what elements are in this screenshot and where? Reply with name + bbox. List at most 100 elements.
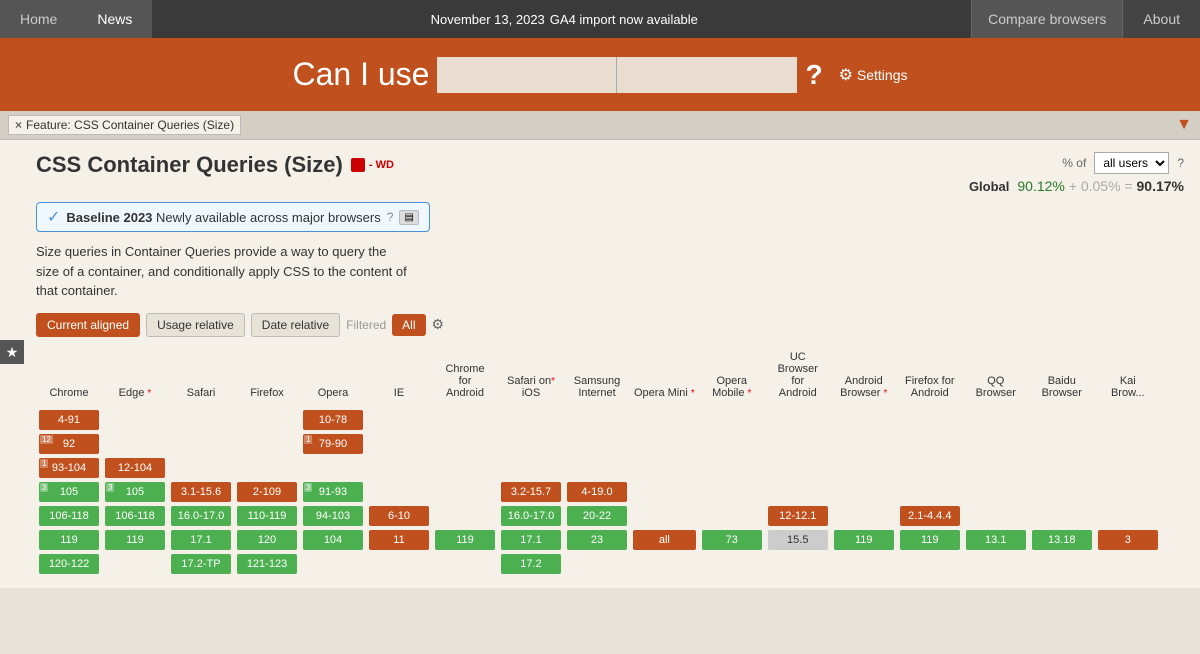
cell-kai [1095,504,1161,528]
cell-android [831,552,897,576]
cell-opera[interactable]: 179-90 [300,432,366,456]
cell-firefox[interactable]: 2-109 [234,480,300,504]
cell-chrome[interactable]: 120-122 [36,552,102,576]
tab-current-aligned[interactable]: Current aligned [36,313,140,337]
cell-firefox [234,432,300,456]
cell-qq [963,408,1029,432]
table-row: 120-122 17.2-TP 121-123 17.2 [36,552,1161,576]
th-opera-mini: Opera Mini * [630,349,699,408]
cell-uc[interactable]: 12-12.1 [765,504,831,528]
cell-ie [366,432,432,456]
cell-samsung[interactable]: 23 [564,528,630,552]
announcement-date: November 13, 2023 [431,12,545,27]
nav-news[interactable]: News [77,0,152,38]
cell-opera[interactable]: 10-78 [300,408,366,432]
th-firefox-android: Firefox forAndroid [897,349,963,408]
search-input-secondary[interactable] [617,57,797,93]
cell-safari-ios[interactable]: 17.1 [498,528,564,552]
cell-uc [765,456,831,480]
cell-samsung[interactable]: 20-22 [564,504,630,528]
cell-uc [765,480,831,504]
cell-chrome-android [432,408,498,432]
pct-green: 90.12% [1017,178,1064,194]
global-label: Global [969,179,1009,194]
cell-chrome[interactable]: 4-91 [36,408,102,432]
cell-ie[interactable]: 11 [366,528,432,552]
cell-safari [168,432,234,456]
th-samsung: SamsungInternet [564,349,630,408]
cell-uc [765,408,831,432]
cell-opera-mini[interactable]: all [630,528,699,552]
cell-opera-mini [630,480,699,504]
about-button[interactable]: About [1122,0,1200,38]
cell-chrome[interactable]: 1292 [36,432,102,456]
cell-baidu[interactable]: 13.18 [1029,528,1095,552]
cell-safari-ios[interactable]: 3.2-15.7 [498,480,564,504]
usage-row-global: Global 90.12% + 0.05% = 90.17% [969,178,1184,194]
close-tag-button[interactable]: × [15,118,22,132]
tab-date-relative[interactable]: Date relative [251,313,340,337]
cell-safari[interactable]: 16.0-17.0 [168,504,234,528]
cell-firefox-android[interactable]: 2.1-4.4.4 [897,504,963,528]
cell-chrome-android[interactable]: 119 [432,528,498,552]
table-row: 4-91 10-78 [36,408,1161,432]
cell-baidu [1029,432,1095,456]
cell-safari[interactable]: 3.1-15.6 [168,480,234,504]
cell-chrome[interactable]: 119 [36,528,102,552]
settings-link[interactable]: ⚙ Settings [839,65,908,85]
users-select[interactable]: all users [1094,152,1169,174]
cell-qq[interactable]: 13.1 [963,528,1029,552]
cell-safari[interactable]: 17.1 [168,528,234,552]
th-safari: Safari [168,349,234,408]
usage-help-icon[interactable]: ? [1177,156,1184,170]
cell-edge [102,432,168,456]
nav-right-buttons: Compare browsers About [971,0,1200,38]
search-inputs [437,57,797,93]
cell-safari-ios[interactable]: 16.0-17.0 [498,504,564,528]
cell-opera[interactable]: 104 [300,528,366,552]
cell-opera-mobile[interactable]: 73 [699,528,765,552]
cell-android[interactable]: 119 [831,528,897,552]
spec-badge-text: - WD [369,159,394,171]
th-chrome-android: ChromeforAndroid [432,349,498,408]
pct-plus: + [1069,178,1081,194]
cell-firefox[interactable]: 120 [234,528,300,552]
cell-chrome[interactable]: 106-118 [36,504,102,528]
cell-firefox[interactable]: 121-123 [234,552,300,576]
star-button[interactable]: ★ [0,340,24,364]
filter-icon[interactable]: ▼ [1176,116,1192,134]
cell-chrome-android [432,480,498,504]
cell-samsung[interactable]: 4-19.0 [564,480,630,504]
cell-android [831,480,897,504]
cell-firefox-android [897,456,963,480]
cell-opera[interactable]: 391-93 [300,480,366,504]
cell-edge[interactable]: 119 [102,528,168,552]
cell-uc[interactable]: 15.5 [765,528,831,552]
cell-firefox[interactable]: 110-119 [234,504,300,528]
cell-edge[interactable]: 12-104 [102,456,168,480]
cell-safari-ios[interactable]: 17.2 [498,552,564,576]
filter-all-button[interactable]: All [392,314,425,336]
pct-total: 90.17% [1137,178,1184,194]
cell-chrome[interactable]: 193-104 [36,456,102,480]
cell-safari[interactable]: 17.2-TP [168,552,234,576]
cell-edge[interactable]: 106-118 [102,504,168,528]
nav-home[interactable]: Home [0,0,77,38]
compare-browsers-button[interactable]: Compare browsers [971,0,1122,38]
cell-opera[interactable]: 94-103 [300,504,366,528]
baseline-badge: ✓ Baseline 2023 Newly available across m… [36,202,430,232]
cell-ie[interactable]: 6-10 [366,504,432,528]
search-input-primary[interactable] [437,57,617,93]
cell-firefox-android[interactable]: 119 [897,528,963,552]
table-row: 3105 3105 3.1-15.6 2-109 391-93 3.2-15.7… [36,480,1161,504]
tab-usage-relative[interactable]: Usage relative [146,313,245,337]
baseline-embed-button[interactable]: ▤ [399,210,418,225]
tab-settings-icon[interactable]: ⚙ [432,316,445,333]
cell-uc [765,432,831,456]
cell-edge[interactable]: 3105 [102,480,168,504]
cell-kai[interactable]: 3 [1095,528,1161,552]
cell-firefox-android [897,408,963,432]
baseline-info-icon[interactable]: ? [387,210,394,224]
cell-opera-mini [630,552,699,576]
cell-chrome[interactable]: 3105 [36,480,102,504]
